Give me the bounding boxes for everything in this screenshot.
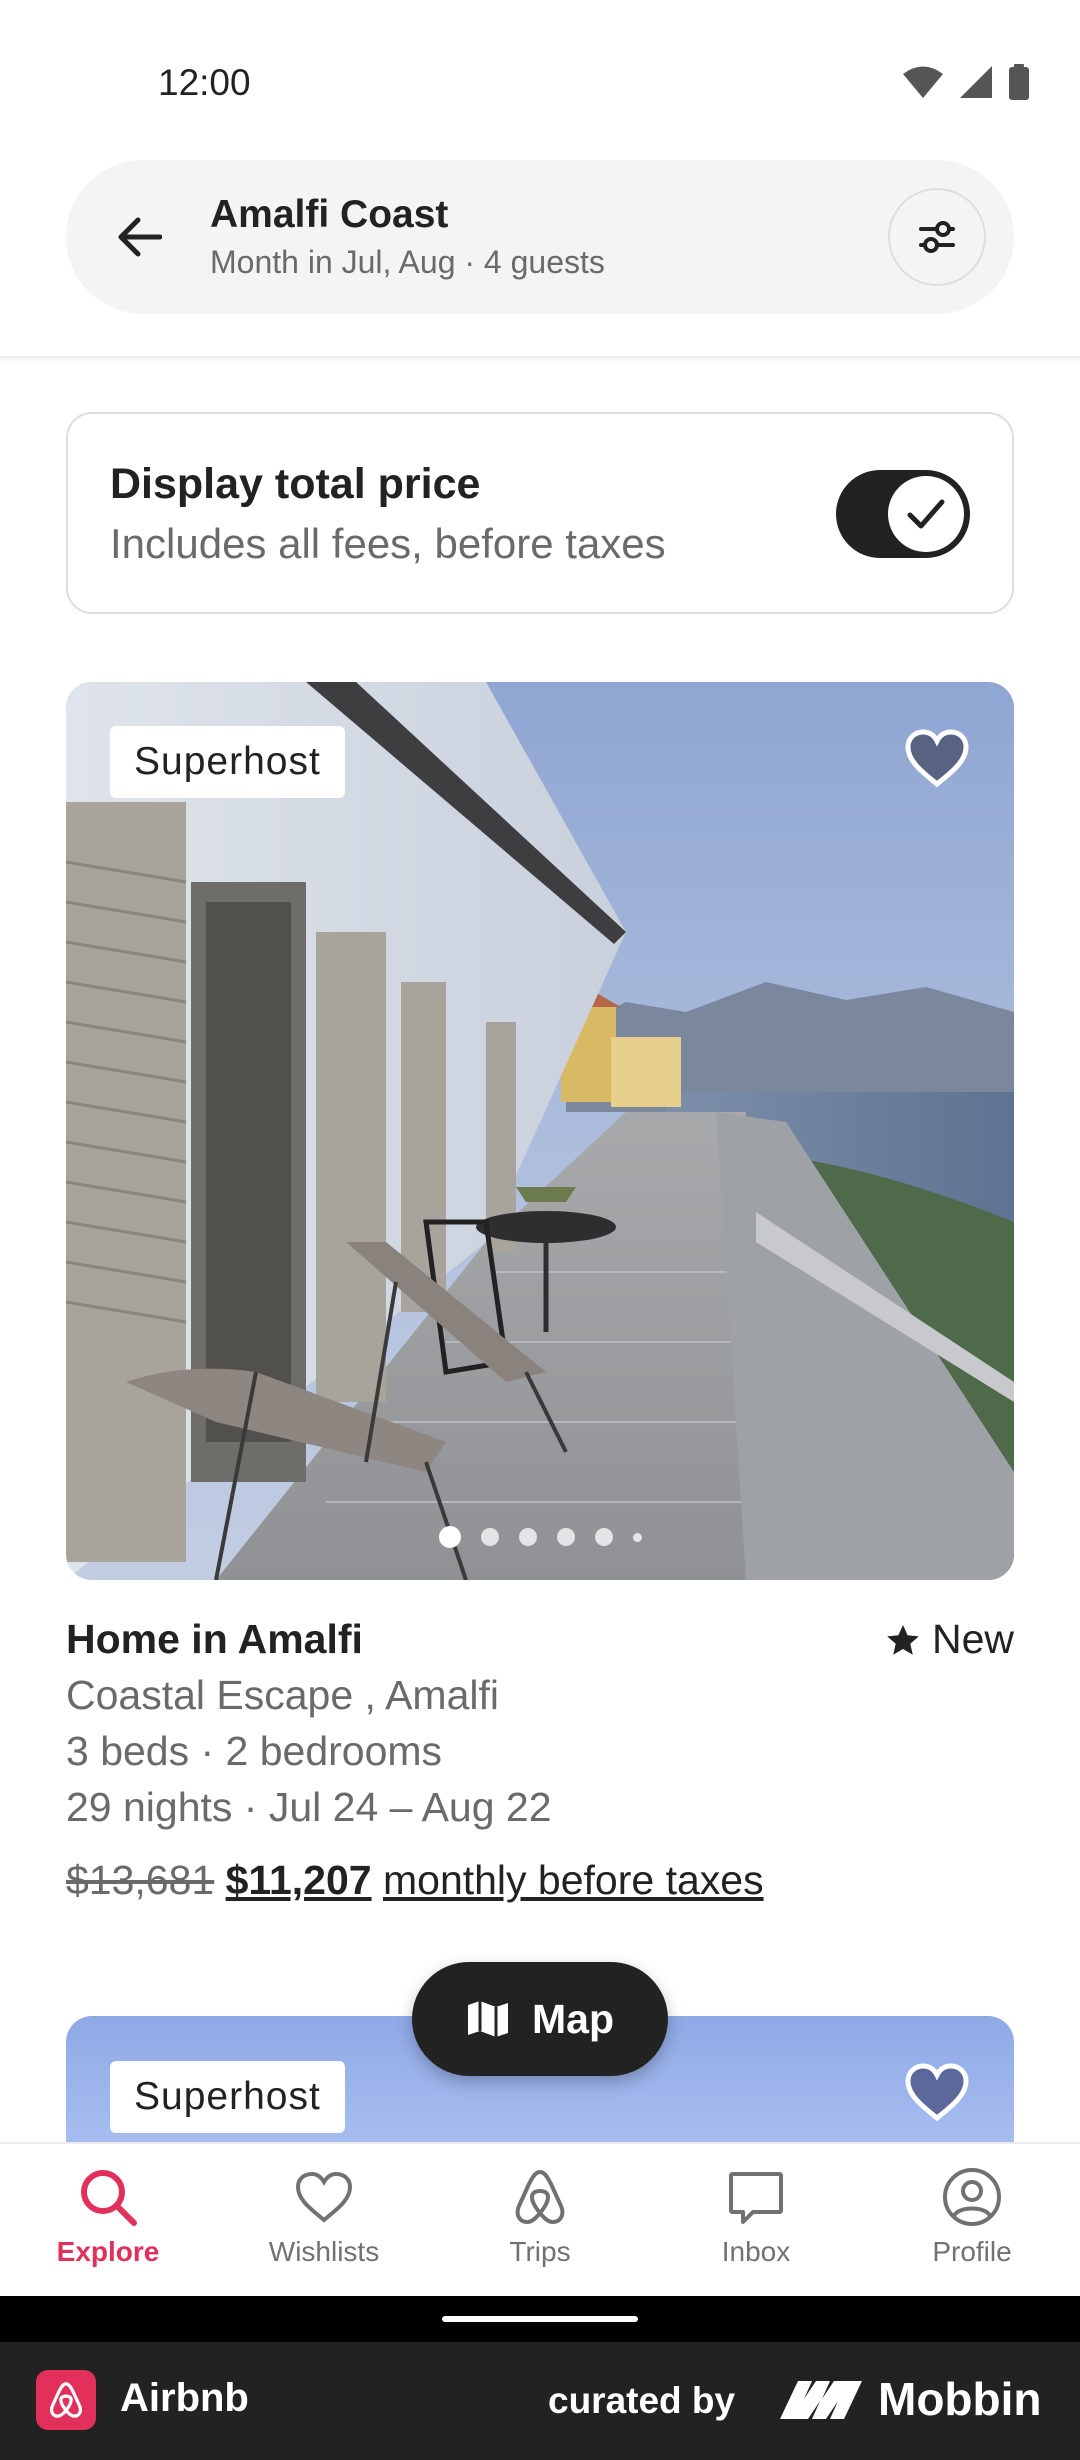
status-icons — [902, 64, 1030, 100]
battery-icon — [1009, 64, 1029, 100]
mobbin-logo-icon — [780, 2381, 862, 2419]
listing-name-line: Coastal Escape , Amalfi — [66, 1672, 499, 1718]
status-time: 12:00 — [158, 62, 251, 103]
wifi-icon — [903, 66, 943, 98]
back-button[interactable] — [106, 203, 174, 271]
nav-label: Wishlists — [268, 2236, 380, 2267]
pagination-dot — [518, 1528, 537, 1546]
superhost-badge: Superhost — [110, 726, 345, 798]
footer-brand: Mobbin — [778, 2372, 1042, 2426]
heart-icon — [905, 2063, 969, 2122]
listing-title[interactable]: Home in Amalfi — [66, 1616, 363, 1663]
heart-icon — [295, 2171, 353, 2223]
nav-inbox[interactable]: Inbox — [648, 2144, 864, 2296]
pagination-dot — [480, 1528, 499, 1546]
search-summary: Month in Jul, Aug · 4 guests — [210, 244, 605, 280]
wishlist-heart-button[interactable] — [902, 724, 972, 794]
listing-photo[interactable]: Superhost — [66, 682, 1014, 1580]
search-destination: Amalfi Coast — [210, 193, 449, 236]
superhost-badge: Superhost — [110, 2061, 345, 2133]
bottom-nav: Explore Wishlists Trips Inbox Profile — [0, 2142, 1080, 2296]
discounted-price: $11,207 — [225, 1857, 372, 1903]
signal-icon — [960, 66, 992, 98]
pagination-dot — [632, 1532, 642, 1542]
wishlist-heart-button[interactable] — [902, 2058, 972, 2128]
listing-image — [66, 682, 1014, 1580]
gesture-bar — [0, 2296, 1080, 2342]
search-icon — [81, 2170, 137, 2226]
nav-explore[interactable]: Explore — [0, 2144, 216, 2296]
listing-rooms-line: 3 beds · 2 bedrooms — [66, 1728, 443, 1774]
nav-profile[interactable]: Profile — [864, 2144, 1080, 2296]
checkmark-icon — [907, 499, 945, 529]
total-price-card: Display total price Includes all fees, b… — [66, 412, 1014, 614]
total-price-title: Display total price — [110, 460, 481, 508]
footer-banner: Airbnb curated by Mobbin — [0, 2342, 1080, 2460]
nav-label: Explore — [56, 2236, 160, 2267]
rating-label: New — [931, 1616, 1014, 1662]
total-price-toggle[interactable] — [836, 470, 970, 558]
nav-wishlists[interactable]: Wishlists — [216, 2144, 432, 2296]
message-icon — [729, 2172, 783, 2224]
map-icon — [468, 2001, 508, 2037]
home-indicator[interactable] — [442, 2316, 638, 2322]
filter-icon — [919, 221, 955, 253]
user-icon — [943, 2168, 1001, 2226]
listing-price[interactable]: $13,681 $11,207 monthly before taxes — [66, 1857, 764, 1904]
map-button-label: Map — [532, 1995, 614, 2042]
total-price-subtitle: Includes all fees, before taxes — [110, 520, 666, 567]
footer-curated-by: curated by — [548, 2380, 736, 2421]
footer-app-name: Airbnb — [120, 2376, 249, 2420]
filter-button[interactable] — [888, 188, 986, 286]
nav-trips[interactable]: Trips — [432, 2144, 648, 2296]
nav-label: Trips — [509, 2236, 571, 2267]
pagination-dot — [438, 1526, 461, 1548]
price-period: monthly before taxes — [382, 1857, 764, 1903]
airbnb-logo-icon — [36, 2370, 96, 2430]
listing-dates-line: 29 nights · Jul 24 – Aug 22 — [66, 1784, 552, 1830]
map-button[interactable]: Map — [412, 1962, 668, 2076]
pagination-dot — [556, 1528, 575, 1546]
pagination-dot — [594, 1528, 613, 1546]
toggle-knob — [888, 476, 964, 552]
search-header: Amalfi Coast Month in Jul, Aug · 4 guest… — [0, 138, 1080, 358]
status-bar: 12:00 — [0, 0, 1080, 138]
arrow-left-icon — [118, 217, 162, 257]
star-icon — [887, 1624, 919, 1655]
nav-label: Inbox — [721, 2236, 791, 2267]
listing-rating: New — [886, 1616, 1014, 1663]
search-pill[interactable]: Amalfi Coast Month in Jul, Aug · 4 guest… — [66, 160, 1014, 314]
footer-brand-name: Mobbin — [878, 2373, 1042, 2425]
airbnb-logo-icon — [515, 2170, 565, 2224]
heart-icon — [905, 729, 969, 788]
original-price: $13,681 — [66, 1857, 215, 1903]
photo-pagination — [66, 1526, 1014, 1548]
nav-label: Profile — [932, 2236, 1012, 2267]
